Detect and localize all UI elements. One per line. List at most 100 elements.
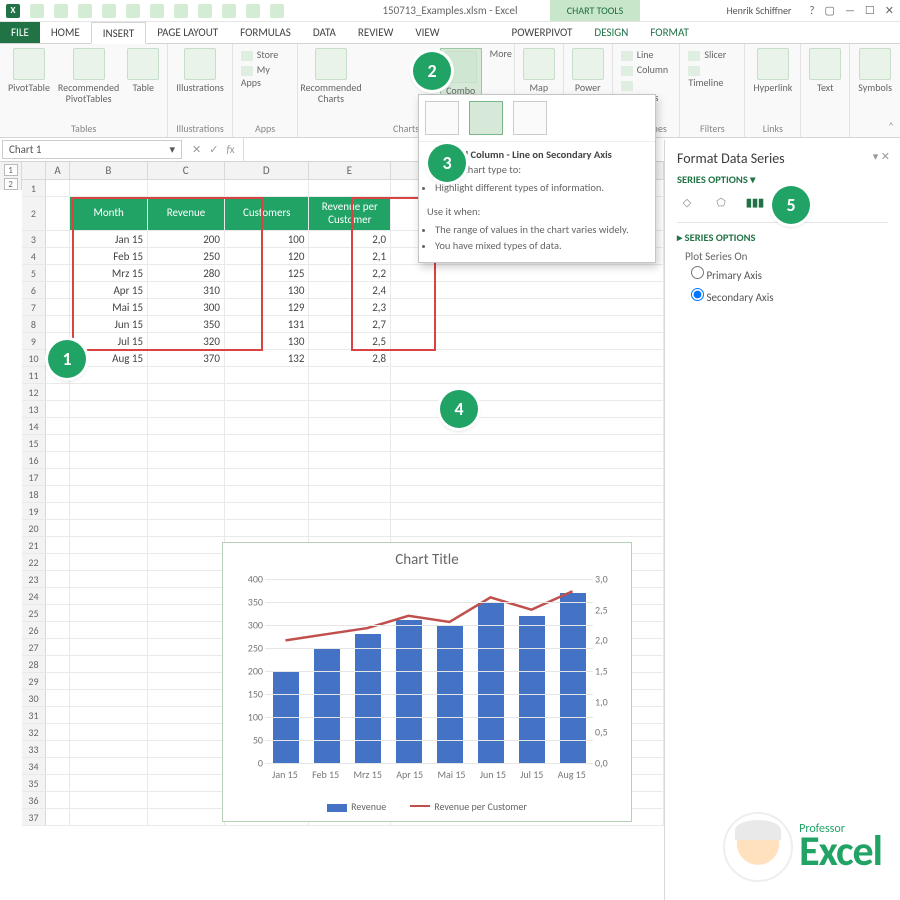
section-header[interactable]: ▸ SERIES OPTIONS xyxy=(677,231,888,244)
sparkline-column-button[interactable]: Column xyxy=(621,63,672,76)
row-header[interactable]: 28 xyxy=(22,656,46,673)
row-header[interactable]: 12 xyxy=(22,384,46,401)
cell[interactable] xyxy=(70,707,148,724)
panel-close-icon[interactable]: ▾ ✕ xyxy=(873,150,890,163)
cell[interactable] xyxy=(46,418,70,435)
tab-formulas[interactable]: FORMULAS xyxy=(229,22,302,43)
row-header[interactable]: 23 xyxy=(22,571,46,588)
combo-option-1[interactable] xyxy=(425,101,459,135)
cell[interactable] xyxy=(309,503,391,520)
cell[interactable] xyxy=(225,418,310,435)
minimize-icon[interactable]: — xyxy=(845,4,855,17)
cell[interactable] xyxy=(148,554,225,571)
effects-icon[interactable]: ⬠ xyxy=(711,192,731,212)
cell[interactable] xyxy=(225,503,310,520)
store-button[interactable]: Store xyxy=(241,48,290,61)
qat-save-icon[interactable] xyxy=(30,4,44,18)
row-header[interactable]: 32 xyxy=(22,724,46,741)
qat-icon[interactable] xyxy=(102,4,116,18)
row-header[interactable]: 34 xyxy=(22,758,46,775)
cell[interactable] xyxy=(225,180,310,197)
cell[interactable] xyxy=(70,554,148,571)
cell[interactable] xyxy=(46,588,70,605)
row-header[interactable]: 31 xyxy=(22,707,46,724)
cell[interactable]: Revenue xyxy=(148,197,225,231)
cell[interactable]: 125 xyxy=(225,265,310,282)
cell[interactable]: 2,7 xyxy=(309,316,391,333)
cell[interactable] xyxy=(46,180,70,197)
cell[interactable]: 130 xyxy=(225,282,310,299)
row-header[interactable]: 21 xyxy=(22,537,46,554)
row-header[interactable]: 19 xyxy=(22,503,46,520)
cell[interactable] xyxy=(70,741,148,758)
tab-data[interactable]: DATA xyxy=(302,22,347,43)
secondary-axis-radio[interactable]: Secondary Axis xyxy=(677,285,888,307)
cell[interactable] xyxy=(148,724,225,741)
cell[interactable]: 129 xyxy=(225,299,310,316)
cell[interactable] xyxy=(70,452,148,469)
cell[interactable] xyxy=(46,520,70,537)
cell[interactable] xyxy=(46,299,70,316)
col-C[interactable]: C xyxy=(148,162,225,179)
fill-icon[interactable]: ◇ xyxy=(677,192,697,212)
cell[interactable] xyxy=(46,690,70,707)
qat-icon[interactable] xyxy=(126,4,140,18)
cell[interactable] xyxy=(225,401,310,418)
cell[interactable] xyxy=(309,418,391,435)
row-header[interactable]: 15 xyxy=(22,435,46,452)
myapps-button[interactable]: My Apps xyxy=(241,63,290,89)
cell[interactable] xyxy=(46,639,70,656)
cell[interactable] xyxy=(70,401,148,418)
embedded-chart[interactable]: Chart Title Jan 15Feb 15Mrz 15Apr 15Mai … xyxy=(222,542,632,822)
row-header[interactable]: 35 xyxy=(22,775,46,792)
cell[interactable] xyxy=(391,316,664,333)
cell[interactable]: 2,5 xyxy=(309,333,391,350)
cell[interactable] xyxy=(391,503,664,520)
cell[interactable] xyxy=(46,656,70,673)
cell[interactable] xyxy=(46,707,70,724)
cell[interactable] xyxy=(148,418,225,435)
cell[interactable] xyxy=(70,605,148,622)
close-icon[interactable]: ✕ xyxy=(885,4,894,17)
cell[interactable] xyxy=(46,503,70,520)
cell[interactable]: 2,8 xyxy=(309,350,391,367)
cell[interactable]: 120 xyxy=(225,248,310,265)
cell[interactable] xyxy=(46,775,70,792)
cell[interactable] xyxy=(46,316,70,333)
cell[interactable] xyxy=(391,282,664,299)
cell[interactable]: Jan 15 xyxy=(70,231,148,248)
row-header[interactable]: 9 xyxy=(22,333,46,350)
cell[interactable] xyxy=(70,520,148,537)
cell[interactable] xyxy=(148,452,225,469)
row-header[interactable]: 1 xyxy=(22,180,46,197)
cell[interactable] xyxy=(148,469,225,486)
cell[interactable] xyxy=(148,384,225,401)
cell[interactable] xyxy=(46,231,70,248)
symbols-button[interactable]: Symbols xyxy=(858,48,892,93)
cell[interactable]: Apr 15 xyxy=(70,282,148,299)
cell[interactable]: 2,4 xyxy=(309,282,391,299)
row-header[interactable]: 16 xyxy=(22,452,46,469)
cell[interactable] xyxy=(46,571,70,588)
cell[interactable] xyxy=(148,588,225,605)
cell[interactable] xyxy=(391,265,664,282)
cell[interactable] xyxy=(309,367,391,384)
cell[interactable] xyxy=(148,673,225,690)
outline-1[interactable]: 1 xyxy=(4,164,18,176)
cell[interactable] xyxy=(391,452,664,469)
cell[interactable] xyxy=(391,486,664,503)
recommended-charts-button[interactable]: Recommended Charts xyxy=(300,48,361,104)
chart-title[interactable]: Chart Title xyxy=(223,543,631,573)
cell[interactable] xyxy=(391,384,664,401)
cell[interactable] xyxy=(70,792,148,809)
maximize-icon[interactable]: ☐ xyxy=(865,4,875,17)
cell[interactable] xyxy=(148,690,225,707)
cell[interactable] xyxy=(148,180,225,197)
row-header[interactable]: 18 xyxy=(22,486,46,503)
cell[interactable] xyxy=(391,435,664,452)
user-name[interactable]: Henrik Schiffner xyxy=(726,4,791,17)
cell[interactable] xyxy=(309,435,391,452)
qat-icon[interactable] xyxy=(174,4,188,18)
cell[interactable] xyxy=(391,350,664,367)
col-A[interactable]: A xyxy=(46,162,70,179)
